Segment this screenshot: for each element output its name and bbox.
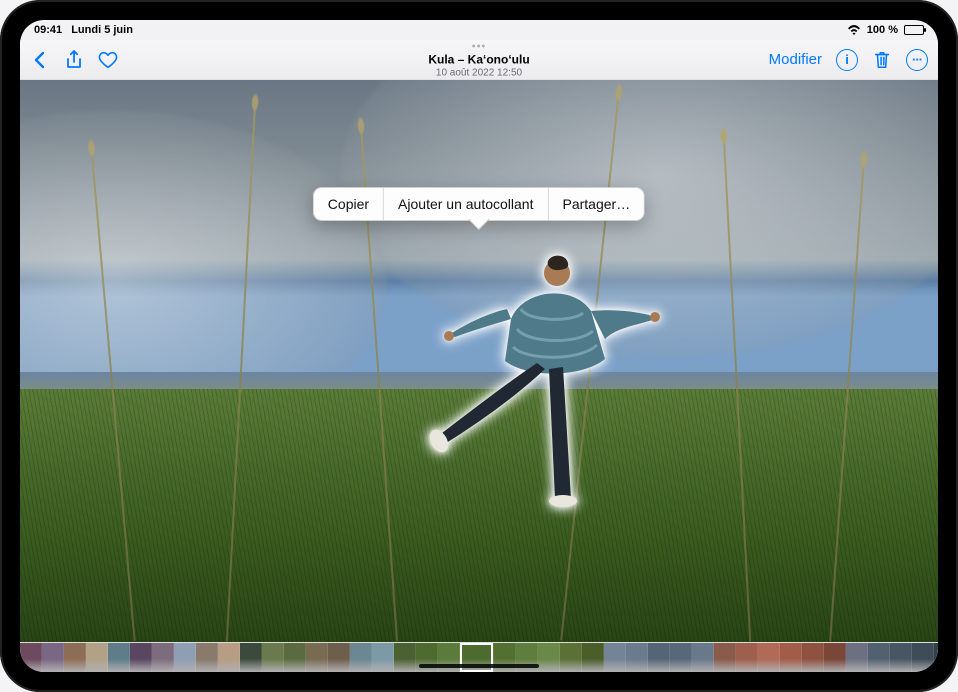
thumbnail[interactable] <box>626 643 648 672</box>
subject-context-menu: Copier Ajouter un autocollant Partager… <box>313 187 645 221</box>
thumbnail[interactable] <box>394 643 416 672</box>
thumbnail[interactable] <box>240 643 262 672</box>
thumbnail[interactable] <box>846 643 868 672</box>
photo-subtitle: 10 août 2022 12:50 <box>428 67 529 79</box>
thumbnail[interactable] <box>64 643 86 672</box>
battery-percent: 100 % <box>867 24 898 36</box>
thumbnail[interactable] <box>934 643 938 672</box>
thumbnail[interactable] <box>538 643 560 672</box>
thumbnail[interactable] <box>736 643 758 672</box>
thumbnail[interactable] <box>152 643 174 672</box>
thumbnail[interactable] <box>350 643 372 672</box>
thumbnail[interactable] <box>42 643 64 672</box>
menu-share[interactable]: Partager… <box>547 188 644 220</box>
thumbnail[interactable] <box>130 643 152 672</box>
delete-button[interactable] <box>872 50 892 70</box>
screen: 09:41 Lundi 5 juin 100 % <box>20 20 938 672</box>
thumbnail[interactable] <box>670 643 692 672</box>
thumbnail[interactable] <box>582 643 604 672</box>
status-bar: 09:41 Lundi 5 juin 100 % <box>20 20 938 40</box>
thumbnail[interactable] <box>108 643 130 672</box>
favorite-button[interactable] <box>98 50 118 70</box>
thumbnail[interactable] <box>560 643 582 672</box>
photo-viewport[interactable]: Copier Ajouter un autocollant Partager… <box>20 80 938 642</box>
ipad-device-frame: 09:41 Lundi 5 juin 100 % <box>0 0 958 692</box>
wifi-icon <box>847 25 861 35</box>
edit-button[interactable]: Modifier <box>769 51 822 68</box>
thumbnail[interactable] <box>912 643 934 672</box>
thumbnail[interactable] <box>890 643 912 672</box>
info-button[interactable]: i <box>836 49 858 71</box>
battery-icon <box>904 25 924 35</box>
menu-copy[interactable]: Copier <box>314 188 383 220</box>
thumbnail[interactable] <box>714 643 736 672</box>
thumbnail[interactable] <box>604 643 626 672</box>
share-button[interactable] <box>64 50 84 70</box>
app-toolbar: ••• Kula – Ka‘ono‘ulu 10 août 2022 12:50… <box>20 40 938 80</box>
thumbnail[interactable] <box>648 643 670 672</box>
thumbnail[interactable] <box>20 643 42 672</box>
back-button[interactable] <box>30 50 50 70</box>
thumbnail[interactable] <box>284 643 306 672</box>
status-right: 100 % <box>847 24 924 36</box>
thumbnail[interactable] <box>86 643 108 672</box>
multitasking-dots-icon[interactable]: ••• <box>428 40 529 53</box>
thumbnail[interactable] <box>692 643 714 672</box>
thumbnail[interactable] <box>802 643 824 672</box>
thumbnail[interactable] <box>218 643 240 672</box>
thumbnail[interactable] <box>196 643 218 672</box>
status-time: 09:41 <box>34 24 62 36</box>
home-indicator[interactable] <box>419 664 539 668</box>
title-area: ••• Kula – Ka‘ono‘ulu 10 août 2022 12:50 <box>428 40 529 79</box>
thumbnail[interactable] <box>758 643 780 672</box>
thumbnail[interactable] <box>262 643 284 672</box>
more-button[interactable]: ··· <box>906 49 928 71</box>
thumbnail[interactable] <box>306 643 328 672</box>
thumbnail[interactable] <box>328 643 350 672</box>
photo-title: Kula – Ka‘ono‘ulu <box>428 54 529 68</box>
status-left: 09:41 Lundi 5 juin <box>34 24 139 36</box>
thumbnail[interactable] <box>372 643 394 672</box>
photo-content: Copier Ajouter un autocollant Partager… <box>20 80 938 642</box>
thumbnail[interactable] <box>174 643 196 672</box>
thumbnail[interactable] <box>824 643 846 672</box>
thumbnail[interactable] <box>780 643 802 672</box>
lifted-subject[interactable] <box>433 249 663 509</box>
menu-add-sticker[interactable]: Ajouter un autocollant <box>383 188 547 220</box>
status-date: Lundi 5 juin <box>71 24 133 36</box>
thumbnail[interactable] <box>868 643 890 672</box>
